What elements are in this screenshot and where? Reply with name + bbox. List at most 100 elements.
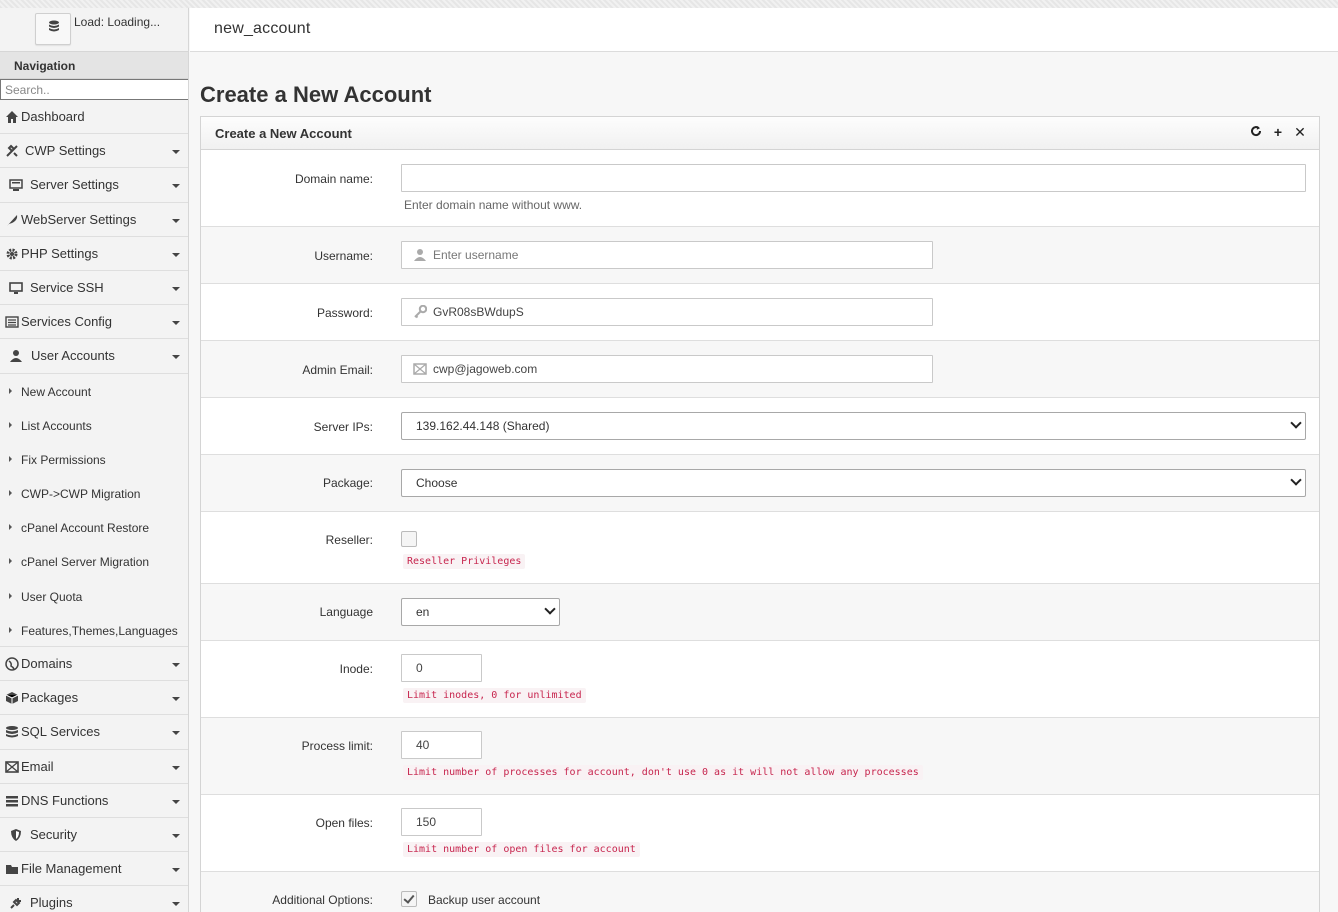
open-files-label: Open files:	[315, 816, 373, 830]
submenu-item-cwp-cwp-migration[interactable]: CWP->CWP Migration	[0, 476, 188, 511]
sidebar-item-label: User Accounts	[31, 348, 115, 364]
backup-label: Backup user account	[428, 893, 541, 907]
row-open-files: Open files: Limit number of open files f…	[201, 795, 1319, 872]
sidebar-item-php-settings[interactable]: PHP Settings	[0, 236, 188, 271]
sidebar-item-label: SQL Services	[21, 724, 100, 740]
submenu-item-fix-permissions[interactable]: Fix Permissions	[0, 441, 188, 477]
sidebar-item-label: Plugins	[30, 895, 73, 911]
sidebar-menu: Dashboard CWP Settings Server Settings WebS…	[0, 100, 188, 912]
caret-right-icon	[9, 626, 12, 633]
sidebar-item-dashboard[interactable]: Dashboard	[0, 100, 188, 135]
sidebar-item-email[interactable]: Email	[0, 749, 188, 784]
caret-down-icon	[172, 286, 180, 291]
package-select[interactable]: Choose	[401, 469, 1306, 497]
caret-down-icon	[172, 184, 180, 189]
sidebar-item-file-management[interactable]: File Management	[0, 852, 188, 887]
sidebar-item-label: Packages	[21, 690, 79, 706]
envelope-icon	[5, 760, 19, 774]
row-additional-options: Additional Options: Backup user account	[201, 872, 1319, 912]
inode-input[interactable]	[401, 654, 482, 682]
sidebar-item-plugins[interactable]: Plugins	[0, 886, 188, 912]
monitor-icon	[9, 281, 23, 295]
expand-plus-icon[interactable]: +	[1271, 125, 1285, 139]
submenu-item-cpanel-account-restore[interactable]: cPanel Account Restore	[0, 510, 188, 545]
sidebar-item-packages[interactable]: Packages	[0, 681, 188, 716]
domain-label: Domain name:	[294, 172, 373, 186]
domain-input[interactable]	[401, 164, 1306, 192]
row-password: Password:	[201, 284, 1319, 341]
list-icon	[5, 315, 19, 329]
sidebar-item-label: DNS Functions	[21, 792, 109, 808]
sidebar-item-label: File Management	[21, 861, 122, 877]
sidebar-item-label: PHP Settings	[21, 245, 99, 261]
submenu-item-label: CWP->CWP Migration	[21, 487, 141, 502]
folder-icon	[5, 862, 19, 876]
email-input[interactable]	[401, 355, 933, 383]
sidebar-item-label: WebServer Settings	[21, 211, 137, 227]
server-ips-value: 139.162.44.148 (Shared)	[416, 419, 550, 433]
tools-icon	[5, 144, 19, 158]
plug-icon	[9, 896, 23, 910]
sidebar-item-webserver-settings[interactable]: WebServer Settings	[0, 202, 188, 237]
user-icon	[414, 249, 426, 261]
refresh-icon[interactable]	[1249, 125, 1263, 139]
load-button[interactable]	[35, 13, 71, 45]
sidebar-item-dns-functions[interactable]: DNS Functions	[0, 783, 188, 818]
caret-right-icon	[9, 490, 12, 497]
reseller-checkbox[interactable]	[401, 531, 417, 547]
password-input[interactable]	[401, 298, 933, 326]
sidebar-item-security[interactable]: Security	[0, 817, 188, 853]
caret-down-icon	[172, 697, 180, 702]
user-icon	[9, 349, 23, 363]
caret-right-icon	[9, 421, 12, 428]
row-server-ips: Server IPs: 139.162.44.148 (Shared)	[201, 398, 1319, 455]
process-limit-input[interactable]	[401, 731, 482, 759]
chevron-down-icon	[544, 603, 556, 615]
language-label: Language	[319, 605, 373, 619]
username-input[interactable]	[401, 241, 933, 269]
caret-down-icon	[172, 150, 180, 155]
load-status: Load: Loading...	[74, 15, 161, 29]
submenu-item-new-account[interactable]: New Account	[0, 373, 188, 408]
sidebar-item-label: CWP Settings	[25, 143, 106, 159]
sidebar-search-input[interactable]	[0, 79, 188, 100]
sidebar-item-label: Security	[30, 826, 77, 842]
submenu-item-label: cPanel Account Restore	[21, 521, 150, 536]
email-label: Admin Email:	[302, 363, 373, 377]
language-select[interactable]: en	[401, 598, 560, 626]
domain-help: Enter domain name without www.	[404, 198, 583, 212]
dns-icon	[5, 794, 19, 808]
inode-label: Inode:	[339, 662, 373, 676]
shield-icon	[9, 828, 23, 842]
nav-title-label: Navigation	[14, 59, 76, 73]
sidebar-item-domains[interactable]: Domains	[0, 647, 188, 682]
caret-right-icon	[9, 524, 12, 531]
open-files-input[interactable]	[401, 808, 482, 836]
sidebar-item-label: Domains	[21, 656, 73, 671]
close-icon[interactable]: ✕	[1293, 125, 1307, 139]
sidebar-item-cwp-settings[interactable]: CWP Settings	[0, 134, 188, 169]
sidebar-item-server-settings[interactable]: Server Settings	[0, 168, 188, 203]
top-stripe	[0, 0, 1338, 8]
submenu-item-label: cPanel Server Migration	[21, 555, 150, 570]
server-ips-select[interactable]: 139.162.44.148 (Shared)	[401, 412, 1306, 440]
submenu-item-list-accounts[interactable]: List Accounts	[0, 407, 188, 442]
sidebar-item-services-config[interactable]: Services Config	[0, 305, 188, 340]
caret-right-icon	[9, 455, 12, 462]
submenu-item-features-themes-languages[interactable]: Features,Themes,Languages	[0, 612, 188, 647]
home-icon	[5, 110, 19, 124]
caret-down-icon	[172, 868, 180, 873]
top-header: new_account	[190, 8, 1338, 52]
sidebar-item-user-accounts[interactable]: User Accounts	[0, 339, 188, 374]
row-package: Package: Choose	[201, 455, 1319, 512]
sidebar-item-service-ssh[interactable]: Service SSH	[0, 270, 188, 306]
row-reseller: Reseller: Reseller Privileges	[201, 512, 1319, 584]
sidebar-item-label: Server Settings	[30, 177, 119, 193]
submenu-item-user-quota[interactable]: User Quota	[0, 578, 188, 613]
backup-checkbox[interactable]	[401, 891, 417, 907]
submenu-item-cpanel-server-migration[interactable]: cPanel Server Migration	[0, 544, 188, 579]
sidebar-item-label: Email	[21, 758, 54, 774]
password-label: Password:	[316, 306, 373, 320]
sidebar-item-sql-services[interactable]: SQL Services	[0, 715, 188, 750]
panel-header: Create a New Account + ✕	[201, 117, 1319, 150]
